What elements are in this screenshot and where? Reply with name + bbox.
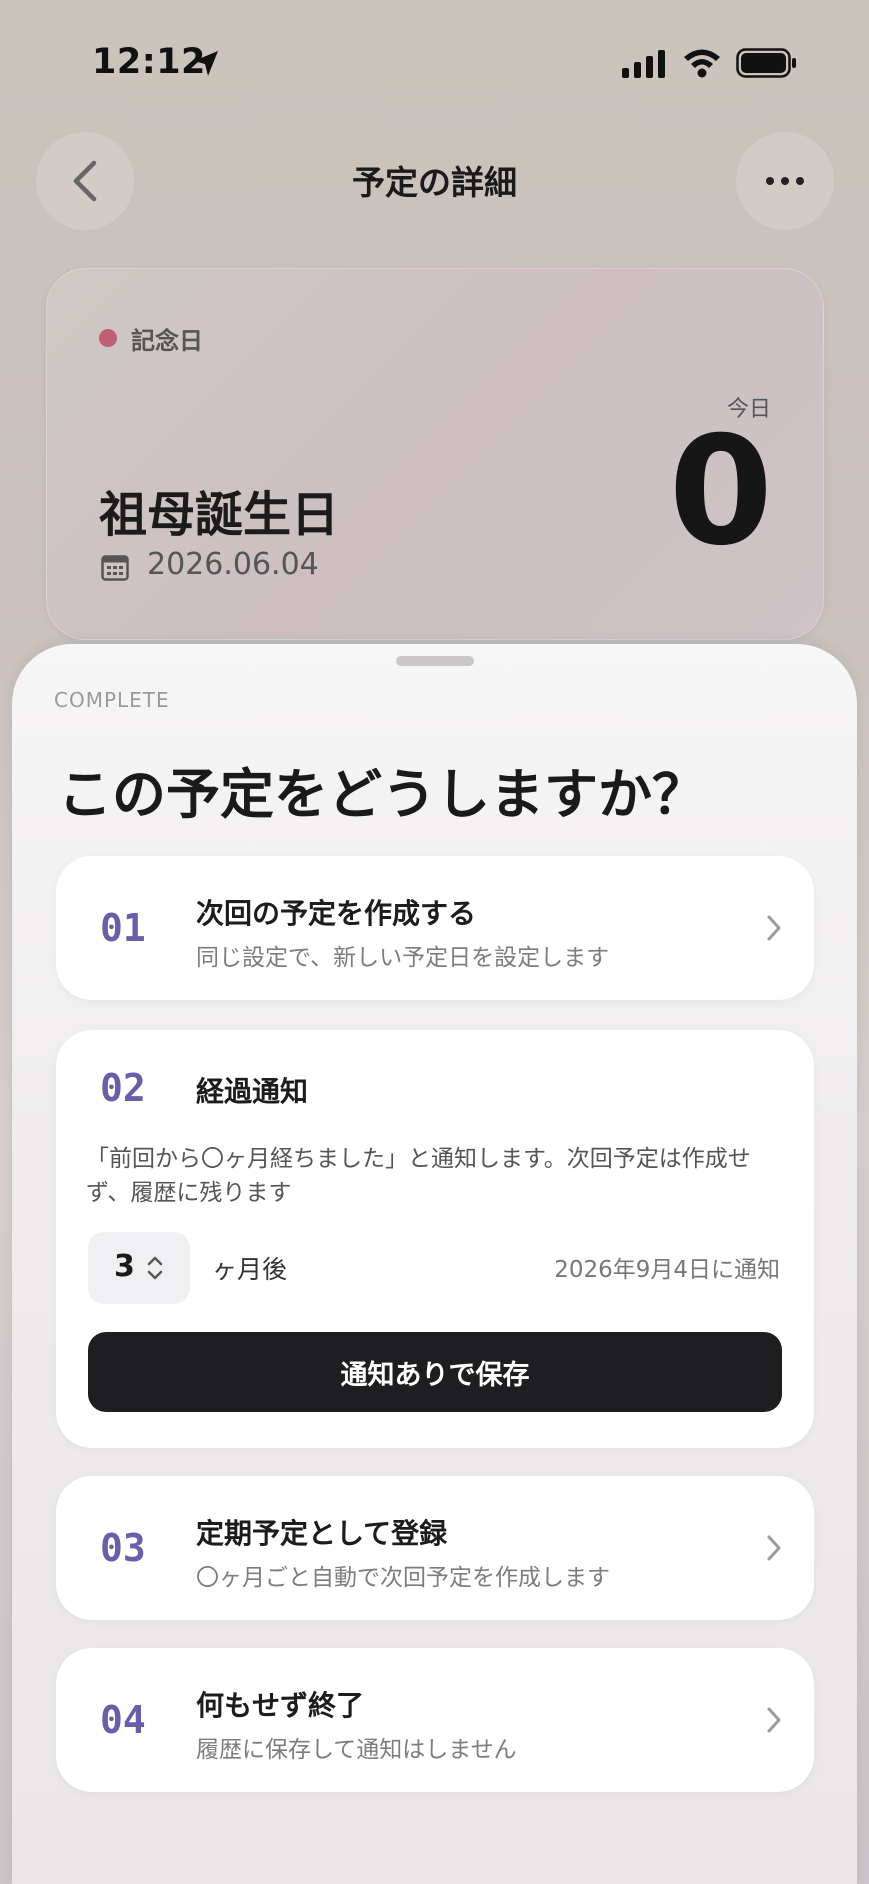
option-elapsed-notification: 02 経過通知 「前回から〇ヶ月経ちました」と通知します。次回予定は作成せず、履…	[56, 1030, 814, 1448]
option-create-next[interactable]: 01 次回の予定を作成する 同じ設定で、新しい予定日を設定します	[56, 856, 814, 1000]
months-stepper[interactable]: 3	[88, 1232, 190, 1304]
option-subtitle: 〇ヶ月ごと自動で次回予定を作成します	[196, 1565, 610, 1591]
wifi-icon	[684, 49, 720, 78]
sheet-title: この予定をどうしますか？	[58, 763, 706, 826]
event-date: 2026.06.04	[147, 547, 319, 582]
event-card: 記念日 今日 祖母誕生日 2026.06.04 0	[46, 268, 824, 640]
status-bar: 12:12	[0, 0, 869, 120]
option-subtitle: 履歴に保存して通知はしません	[196, 1737, 517, 1763]
option-number: 04	[100, 1698, 146, 1742]
option-number: 02	[100, 1066, 146, 1110]
option-number: 03	[100, 1526, 146, 1570]
action-sheet: COMPLETE この予定をどうしますか？ 01 次回の予定を作成する 同じ設定…	[12, 644, 857, 1884]
option-title: 何もせず終了	[196, 1689, 365, 1722]
more-dots-icon	[766, 177, 804, 185]
category-label: 記念日	[131, 327, 203, 355]
stepper-value: 3	[114, 1249, 135, 1284]
option-title: 定期予定として登録	[196, 1517, 448, 1550]
save-with-notification-button[interactable]: 通知ありで保存	[88, 1332, 782, 1412]
chevron-right-icon	[767, 915, 781, 941]
location-arrow-icon	[194, 51, 218, 76]
battery-icon	[736, 48, 796, 78]
option-title: 次回の予定を作成する	[196, 897, 477, 930]
days-count: 0	[668, 405, 773, 579]
chevron-right-icon	[767, 1707, 781, 1733]
sheet-eyebrow: COMPLETE	[54, 688, 170, 712]
option-subtitle: 同じ設定で、新しい予定日を設定します	[196, 945, 610, 971]
option-register-recurring[interactable]: 03 定期予定として登録 〇ヶ月ごと自動で次回予定を作成します	[56, 1476, 814, 1620]
event-title: 祖母誕生日	[99, 487, 340, 543]
option-number: 01	[100, 906, 146, 950]
unit-label: ヶ月後	[212, 1255, 288, 1284]
chevron-right-icon	[767, 1535, 781, 1561]
cellular-signal-icon	[622, 50, 665, 78]
option-description: 「前回から〇ヶ月経ちました」と通知します。次回予定は作成せず、履歴に残ります	[86, 1146, 751, 1206]
calendar-icon	[101, 555, 129, 581]
sheet-grabber[interactable]	[396, 656, 474, 666]
category-dot	[99, 329, 117, 347]
status-time: 12:12	[92, 42, 206, 82]
notify-date: 2026年9月4日に通知	[554, 1257, 780, 1283]
option-end-without-action[interactable]: 04 何もせず終了 履歴に保存して通知はしません	[56, 1648, 814, 1792]
more-button[interactable]	[736, 132, 834, 230]
option-title: 経過通知	[196, 1075, 309, 1108]
up-down-chevron-icon	[147, 1256, 163, 1280]
